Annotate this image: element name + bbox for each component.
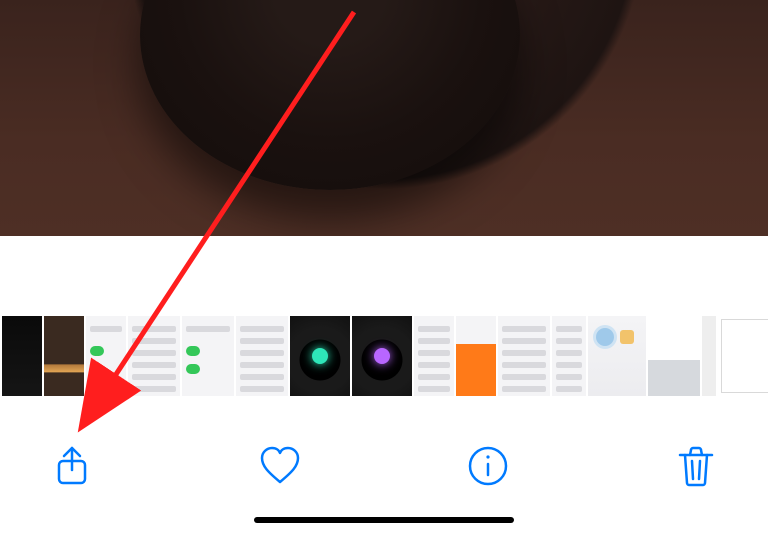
thumb-mouse-purple[interactable] (352, 316, 412, 396)
photo-subject-disc (140, 0, 520, 190)
mouse-logo-icon (374, 348, 390, 364)
thumb-keyboard-screen[interactable] (648, 316, 700, 396)
heart-icon (258, 444, 302, 491)
mouse-logo-icon (312, 348, 328, 364)
thumb-dark-room[interactable] (2, 316, 42, 396)
info-icon (466, 444, 510, 491)
thumb-app-grid[interactable] (414, 316, 454, 396)
thumb-settings-list-5[interactable] (552, 316, 586, 396)
main-photo[interactable] (0, 0, 768, 236)
delete-button[interactable] (668, 439, 724, 495)
home-indicator[interactable] (254, 517, 514, 523)
thumb-settings-list-4[interactable] (498, 316, 550, 396)
photos-detail-view (0, 0, 768, 555)
bottom-toolbar (0, 415, 768, 555)
thumb-macos-ventura[interactable] (456, 316, 496, 396)
thumb-people-cards[interactable] (588, 316, 646, 396)
thumb-settings-list-2[interactable] (182, 316, 234, 396)
share-icon (50, 444, 94, 491)
thumb-mouse-teal[interactable] (290, 316, 350, 396)
toolbar-row (0, 415, 768, 507)
trash-icon (674, 444, 718, 491)
favorite-button[interactable] (252, 439, 308, 495)
thumb-selected-current[interactable] (718, 316, 768, 396)
thumb-settings-list-3[interactable] (236, 316, 288, 396)
thumbnail-strip[interactable] (0, 316, 768, 396)
thumb-settings-toggles[interactable] (86, 316, 126, 396)
info-button[interactable] (460, 439, 516, 495)
thumb-settings-list-1[interactable] (128, 316, 180, 396)
thumb-sliver[interactable] (702, 316, 716, 396)
thumb-sunrise[interactable] (44, 316, 84, 396)
share-button[interactable] (44, 439, 100, 495)
